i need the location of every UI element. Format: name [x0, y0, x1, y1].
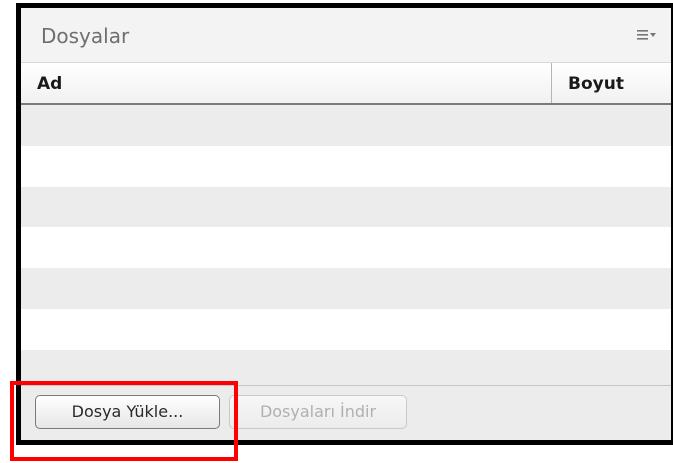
- column-header-size[interactable]: Boyut: [551, 63, 671, 103]
- pod-footer: Dosya Yükle... Dosyaları İndir: [21, 385, 671, 440]
- list-menu-icon[interactable]: [637, 28, 657, 42]
- list-row: [21, 308, 671, 350]
- pod-title: Dosyalar: [41, 24, 130, 48]
- column-header-size-label: Boyut: [568, 74, 624, 94]
- files-pod: Dosyalar Ad Boyut Dosya Yükle... Dosyala…: [16, 3, 673, 445]
- table-header: Ad Boyut: [21, 63, 671, 105]
- list-row: [21, 227, 671, 269]
- list-row: [21, 186, 671, 228]
- pod-header: Dosyalar: [21, 8, 671, 63]
- list-row: [21, 105, 671, 146]
- upload-file-button[interactable]: Dosya Yükle...: [35, 395, 220, 429]
- column-header-name[interactable]: Ad: [37, 74, 62, 94]
- list-row: [21, 268, 671, 309]
- download-files-button[interactable]: Dosyaları İndir: [229, 395, 407, 429]
- file-list[interactable]: [21, 105, 671, 391]
- list-row: [21, 145, 671, 187]
